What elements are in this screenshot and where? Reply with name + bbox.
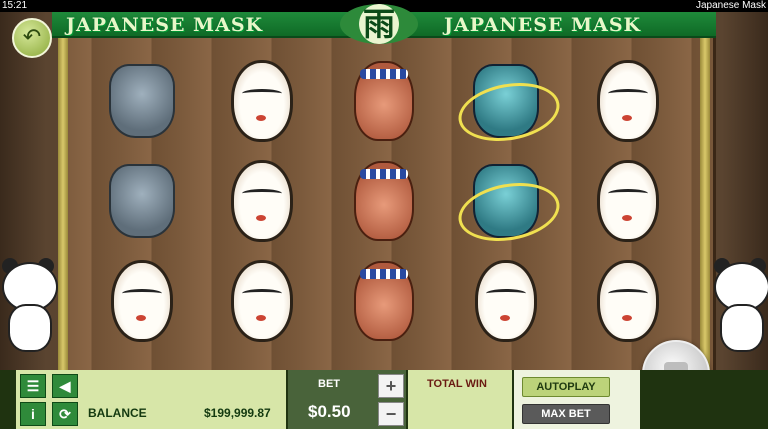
- status-app-title: Japanese Mask: [695, 0, 766, 11]
- bet-label: BET: [318, 378, 340, 390]
- reel-3: [340, 56, 428, 356]
- list-icon: ☰: [26, 378, 40, 394]
- symbol-white-woman-mask: [470, 258, 542, 344]
- symbol-white-woman-mask: [106, 258, 178, 344]
- panda-mascot-left: [0, 258, 58, 352]
- symbol-demon-mask-grey: [106, 58, 178, 144]
- symbol-demon-mask-grey: [106, 158, 178, 244]
- left-pillar: [58, 34, 68, 370]
- symbol-white-woman-mask: [226, 158, 298, 244]
- back-arrow-icon: ↶: [22, 24, 42, 49]
- win-ring: [453, 75, 565, 149]
- reel-1: [98, 56, 186, 356]
- status-time: 15:21: [2, 0, 28, 11]
- back-button[interactable]: ↶: [12, 18, 52, 58]
- symbol-old-man-mask: [348, 58, 420, 144]
- total-win-label: TOTAL WIN: [427, 378, 487, 390]
- speaker-icon: ◀: [59, 378, 71, 394]
- bet-value: $0.50: [308, 402, 351, 421]
- max-bet-button[interactable]: MAX BET: [522, 404, 610, 424]
- reel-2: [218, 56, 306, 356]
- refresh-button[interactable]: ⟳: [52, 402, 78, 426]
- banner-title-left: JAPANESE MASK: [66, 14, 264, 36]
- symbol-demon-mask-blue: [453, 58, 565, 149]
- bet-decrease-button[interactable]: −: [378, 402, 404, 426]
- refresh-icon: ⟳: [59, 406, 71, 422]
- info-icon: i: [31, 406, 35, 422]
- menu-button[interactable]: ☰: [20, 374, 46, 398]
- win-ring: [453, 175, 565, 249]
- symbol-white-woman-mask: [226, 258, 298, 344]
- symbol-old-man-mask: [348, 258, 420, 344]
- game-logo: 雨: [340, 4, 418, 44]
- autoplay-button[interactable]: AUTOPLAY: [522, 377, 610, 397]
- panda-mascot-right: [712, 258, 768, 352]
- symbol-white-woman-mask: [226, 58, 298, 144]
- symbol-old-man-mask: [348, 158, 420, 244]
- balance-label: BALANCE: [88, 406, 147, 420]
- reel-5: [584, 56, 672, 356]
- reel-4: [453, 56, 565, 356]
- sound-button[interactable]: ◀: [52, 374, 78, 398]
- info-button[interactable]: i: [20, 402, 46, 426]
- symbol-white-woman-mask: [592, 158, 664, 244]
- balance-value: $199,999.87: [204, 406, 271, 420]
- bet-increase-button[interactable]: +: [378, 374, 404, 398]
- banner-title-right: JAPANESE MASK: [444, 14, 642, 36]
- symbol-white-woman-mask: [592, 58, 664, 144]
- symbol-demon-mask-blue: [453, 158, 565, 249]
- symbol-white-woman-mask: [592, 258, 664, 344]
- right-pillar: [700, 34, 710, 370]
